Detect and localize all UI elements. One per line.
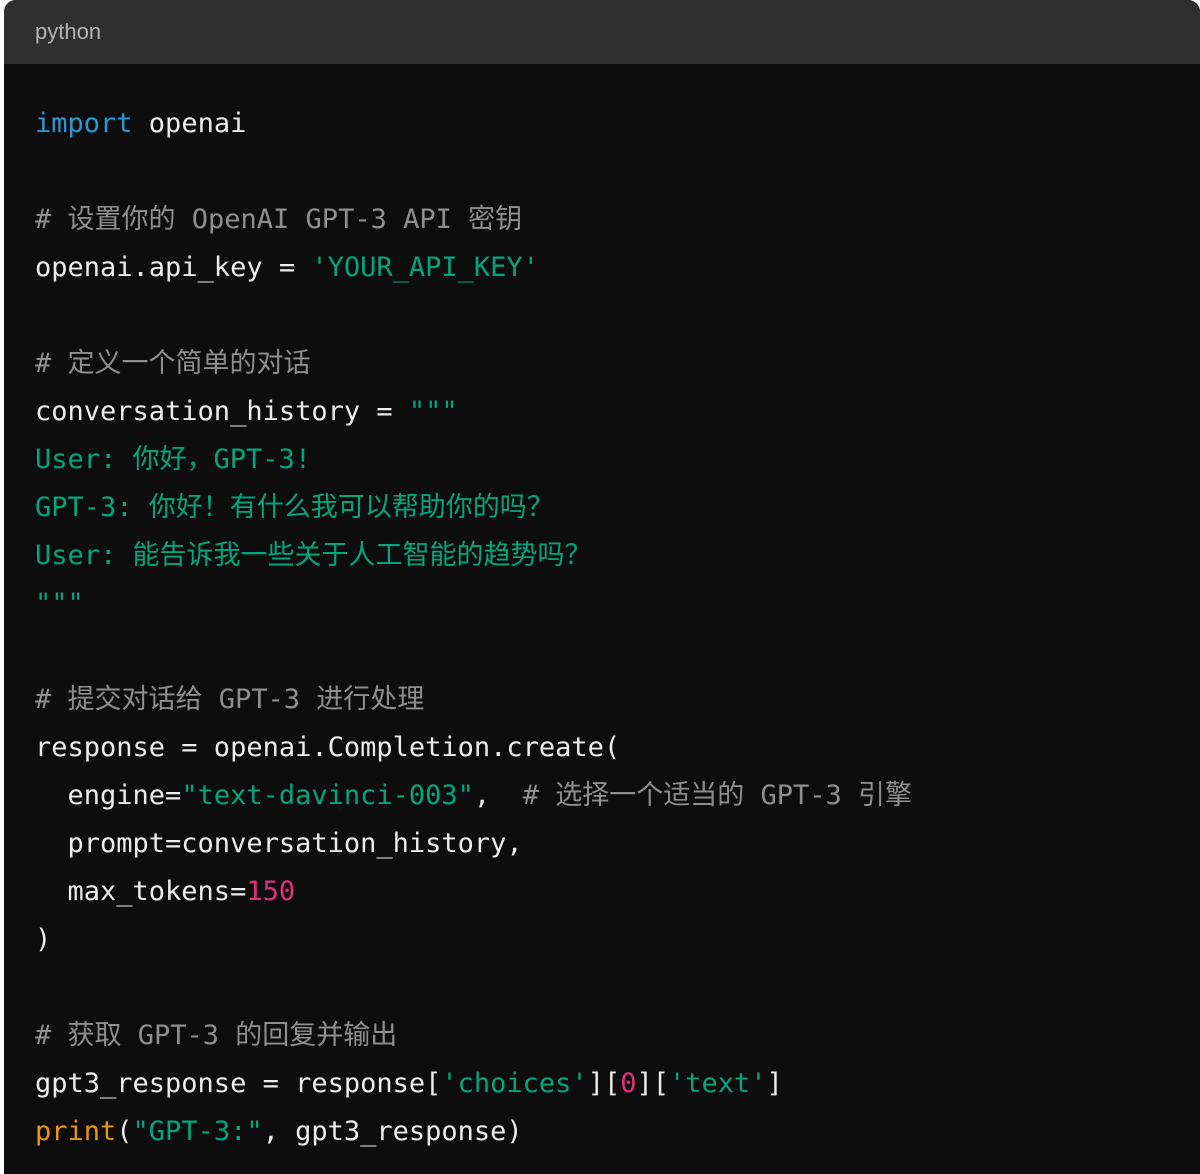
- code-block: python import openai # 设置你的 OpenAI GPT-3…: [4, 0, 1200, 1174]
- code-line: """: [35, 580, 1200, 628]
- code-line: User: 你好，GPT-3!: [35, 436, 1200, 484]
- code-token: """: [408, 396, 458, 427]
- code-line: gpt3_response = response['choices'][0]['…: [35, 1060, 1200, 1108]
- code-token: 'text': [669, 1068, 767, 1099]
- code-token: (: [116, 1116, 133, 1147]
- code-line: import openai: [35, 100, 1200, 148]
- code-line: openai.api_key = 'YOUR_API_KEY': [35, 244, 1200, 292]
- code-token: "GPT-3:": [132, 1116, 263, 1147]
- code-token: openai.api_key =: [35, 252, 312, 283]
- code-line: conversation_history = """: [35, 388, 1200, 436]
- code-token: prompt=conversation_history,: [35, 828, 523, 859]
- code-line: User: 能告诉我一些关于人工智能的趋势吗？: [35, 532, 1200, 580]
- code-token: # 获取 GPT-3 的回复并输出: [35, 1020, 398, 1051]
- code-token: User: 能告诉我一些关于人工智能的趋势吗？: [35, 540, 592, 571]
- code-token: """: [35, 588, 84, 619]
- code-token: ][: [587, 1068, 621, 1099]
- code-token: 0: [620, 1068, 637, 1099]
- code-token: import: [35, 108, 133, 139]
- code-token: # 设置你的 OpenAI GPT-3 API 密钥: [35, 204, 523, 235]
- code-token: # 定义一个简单的对话: [35, 348, 311, 379]
- code-token: 'choices': [441, 1068, 588, 1099]
- code-token: ]: [766, 1068, 783, 1099]
- code-token: ,: [473, 780, 523, 811]
- code-line: GPT-3: 你好！有什么我可以帮助你的吗？: [35, 484, 1200, 532]
- code-token: engine=: [35, 780, 182, 811]
- code-token: # 选择一个适当的 GPT-3 引擎: [522, 780, 913, 811]
- code-token: GPT-3: 你好！有什么我可以帮助你的吗？: [35, 492, 554, 523]
- code-line: # 定义一个简单的对话: [35, 340, 1200, 388]
- code-token: # 提交对话给 GPT-3 进行处理: [35, 684, 425, 715]
- code-body[interactable]: import openai # 设置你的 OpenAI GPT-3 API 密钥…: [4, 64, 1200, 1156]
- code-block-header: python: [4, 0, 1200, 64]
- code-token: 150: [246, 876, 296, 907]
- code-token: response = openai.Completion.create(: [35, 732, 621, 763]
- language-label: python: [35, 19, 102, 44]
- code-line: prompt=conversation_history,: [35, 820, 1200, 868]
- code-token: 'YOUR_API_KEY': [311, 252, 539, 283]
- code-line: print("GPT-3:", gpt3_response): [35, 1108, 1200, 1156]
- code-line: max_tokens=150: [35, 868, 1200, 916]
- code-token: conversation_history =: [35, 396, 409, 427]
- code-line: # 提交对话给 GPT-3 进行处理: [35, 676, 1200, 724]
- code-token: User: 你好，GPT-3!: [35, 444, 312, 475]
- code-content[interactable]: import openai # 设置你的 OpenAI GPT-3 API 密钥…: [35, 100, 1200, 1156]
- code-token: "text-davinci-003": [181, 780, 474, 811]
- code-token: , gpt3_response): [262, 1116, 523, 1147]
- code-line: ): [35, 916, 1200, 964]
- code-token: max_tokens=: [35, 876, 247, 907]
- code-line: # 获取 GPT-3 的回复并输出: [35, 1012, 1200, 1060]
- code-line: engine="text-davinci-003", # 选择一个适当的 GPT…: [35, 772, 1200, 820]
- code-line: response = openai.Completion.create(: [35, 724, 1200, 772]
- code-token: openai: [132, 108, 247, 139]
- code-token: gpt3_response = response[: [35, 1068, 442, 1099]
- code-line: # 设置你的 OpenAI GPT-3 API 密钥: [35, 196, 1200, 244]
- code-token: print: [35, 1116, 117, 1147]
- code-token: ): [35, 924, 52, 955]
- code-token: ][: [636, 1068, 669, 1099]
